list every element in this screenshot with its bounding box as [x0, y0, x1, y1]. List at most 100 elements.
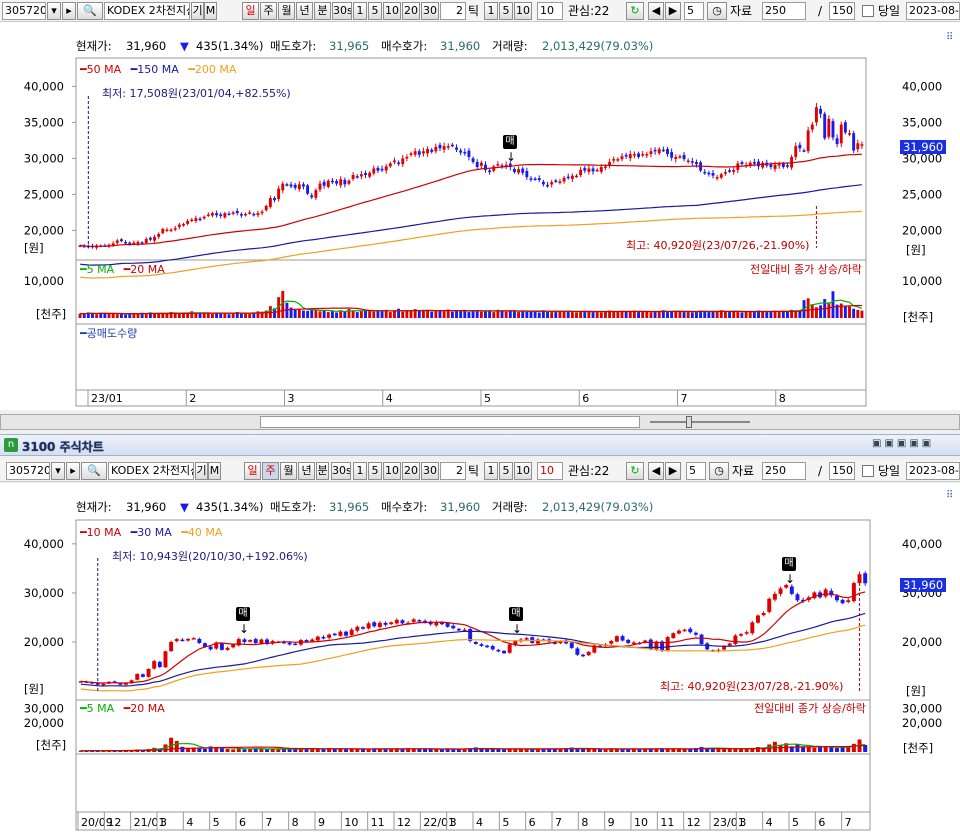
candle-body [136, 241, 140, 244]
refresh-button[interactable]: ↻ [626, 2, 644, 20]
tick-5-2[interactable]: 5 [499, 462, 513, 480]
tick-input-2[interactable]: 2 [440, 462, 466, 480]
next-arrow-button-2[interactable]: ▸ [66, 462, 80, 480]
code-dropdown-button-2[interactable]: ▾ [51, 462, 65, 480]
tick-custom-input[interactable]: 10 [537, 2, 563, 20]
x-tick-label-27: 5 [792, 816, 799, 829]
prev-button-2[interactable]: ◀ [648, 462, 664, 480]
period-30[interactable]: 30 [421, 2, 439, 20]
refresh-button-2[interactable]: ↻ [626, 462, 644, 480]
period-weekly[interactable]: 주 [260, 2, 277, 20]
period-daily[interactable]: 일 [242, 2, 259, 20]
data-count-select[interactable]: 250 [762, 2, 806, 20]
zoom-slider-track[interactable] [650, 421, 750, 423]
volume-bar [806, 747, 811, 752]
search-button[interactable]: 🔍 [77, 2, 103, 20]
candle-body [512, 168, 516, 173]
candle-body [533, 178, 537, 181]
count-input[interactable]: 5 [684, 2, 704, 20]
period-5[interactable]: 5 [368, 2, 382, 20]
tick-5[interactable]: 5 [499, 2, 513, 20]
date-input[interactable]: 2023-08-0 [906, 2, 960, 20]
tick-input[interactable]: 2 [440, 2, 466, 20]
search-button-2[interactable]: 🔍 [81, 462, 107, 480]
prev-button[interactable]: ◀ [648, 2, 664, 20]
candle-body [728, 170, 732, 172]
period-30s[interactable]: 30s [332, 2, 352, 20]
candle-body [479, 644, 484, 646]
period-30s-2[interactable]: 30s [331, 462, 351, 480]
period-minute[interactable]: 분 [314, 2, 331, 20]
volume-bar [467, 312, 471, 318]
candle-body [157, 661, 162, 668]
code-dropdown-button[interactable]: ▾ [47, 2, 61, 20]
period-monthly-2[interactable]: 월 [280, 462, 297, 480]
view-count-input-2[interactable]: 150 [829, 462, 855, 480]
period-1-2[interactable]: 1 [353, 462, 367, 480]
candle-body [599, 167, 603, 172]
period-1[interactable]: 1 [353, 2, 367, 20]
period-10-2[interactable]: 10 [383, 462, 401, 480]
ask-label: 매도호가: [270, 39, 317, 53]
candle-body [856, 143, 860, 150]
grid-icon[interactable]: ⠿ [946, 32, 953, 43]
grid-icon-2[interactable]: ⠿ [946, 490, 953, 501]
tick-1[interactable]: 1 [484, 2, 498, 20]
period-monthly[interactable]: 월 [278, 2, 295, 20]
candle-body [293, 184, 297, 188]
next-arrow-button[interactable]: ▸ [62, 2, 76, 20]
period-30-2[interactable]: 30 [421, 462, 439, 480]
period-yearly-2[interactable]: 년 [298, 462, 315, 480]
candle-body [146, 669, 151, 677]
view-count-input[interactable]: 150 [829, 2, 855, 20]
period-10[interactable]: 10 [383, 2, 401, 20]
x-tick-label-6: 7 [681, 392, 688, 405]
candle-body [248, 640, 253, 642]
period-daily-2[interactable]: 일 [244, 462, 261, 480]
data-count-select-2[interactable]: 250 [762, 462, 806, 480]
volume-bar [332, 749, 337, 752]
tick-custom-input-2[interactable]: 10 [537, 462, 563, 480]
same-day-checkbox[interactable] [862, 5, 874, 17]
candle-body [256, 213, 260, 216]
tick-10-2[interactable]: 10 [514, 462, 532, 480]
price-unit-right: [원] [906, 243, 926, 257]
zoom-slider-handle[interactable] [686, 416, 692, 428]
volume-bar [740, 312, 744, 318]
change-value: 435(1.34%) [196, 39, 264, 53]
candle-body [383, 622, 388, 625]
period-minute-2[interactable]: 분 [316, 462, 329, 480]
volume-bar [831, 291, 835, 318]
stock-code-input[interactable]: 305720 [2, 2, 46, 20]
window-controls[interactable]: ▣▣▣▣▣ [872, 438, 956, 452]
same-day-checkbox-2[interactable] [862, 465, 874, 477]
candle-body [293, 643, 298, 646]
next-button[interactable]: ▶ [665, 2, 681, 20]
period-20[interactable]: 20 [402, 2, 420, 20]
vol-tick-left-1: 20,000 [24, 716, 64, 730]
period-weekly-2[interactable]: 주 [262, 462, 279, 480]
tick-10[interactable]: 10 [514, 2, 532, 20]
candle-body [310, 639, 315, 642]
mode1-button[interactable]: 기 [191, 2, 204, 20]
candle-body [507, 644, 512, 653]
period-5-2[interactable]: 5 [368, 462, 382, 480]
stock-code-input-2[interactable]: 305720 [6, 462, 50, 480]
period-yearly[interactable]: 년 [296, 2, 313, 20]
count-input-2[interactable]: 5 [686, 462, 706, 480]
daily-chart-svg: 40,000 40,00035,000 35,00030,000 30,00025,0… [24, 57, 942, 407]
clock-icon-2[interactable]: ◷ [709, 462, 729, 480]
volume-bar [682, 312, 686, 318]
mode1-button-2[interactable]: 기 [195, 462, 208, 480]
clock-icon[interactable]: ◷ [707, 2, 727, 20]
next-button-2[interactable]: ▶ [665, 462, 681, 480]
scroll-thumb[interactable] [260, 416, 640, 428]
volume-bar [529, 310, 533, 318]
candle-body [417, 620, 422, 622]
mode2-button[interactable]: M [204, 2, 217, 20]
mode2-button-2[interactable]: M [208, 462, 221, 480]
period-20-2[interactable]: 20 [402, 462, 420, 480]
tick-1-2[interactable]: 1 [484, 462, 498, 480]
candle-body [394, 619, 399, 624]
date-input-2[interactable]: 2023-08-0 [906, 462, 960, 480]
